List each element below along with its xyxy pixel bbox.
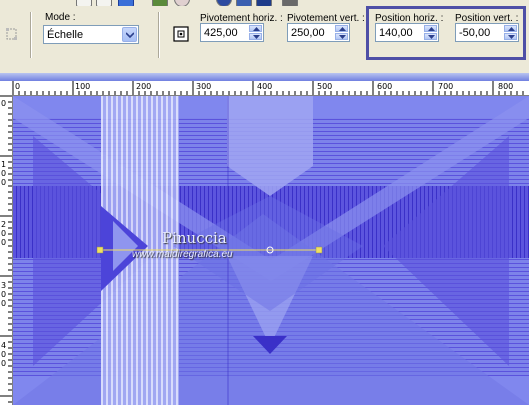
workspace-border <box>0 66 529 81</box>
toolbar-icon[interactable] <box>256 0 272 6</box>
toolbar-icon[interactable] <box>76 0 92 6</box>
ruler-label: 200 <box>136 82 152 91</box>
ruler-label: 500 <box>317 82 333 91</box>
spin-down-icon[interactable] <box>335 33 348 40</box>
ruler-label: 100 <box>75 82 91 91</box>
spin-down-icon[interactable] <box>249 33 262 40</box>
mode-select[interactable]: Échelle <box>43 25 139 44</box>
ruler-label: 2 0 0 <box>1 220 7 247</box>
ruler-label: 700 <box>438 82 454 91</box>
ruler-label: 1 0 0 <box>1 160 7 187</box>
tool-options-bar: Mode : Échelle Pivotement horiz. : 425,0… <box>0 0 529 66</box>
toolbar-icon[interactable] <box>152 0 168 6</box>
ruler-label: 800 <box>498 82 514 91</box>
horizontal-ruler: 0 100 200 300 400 500 600 700 800 <box>0 81 529 96</box>
position-highlight-box <box>366 6 526 60</box>
mode-select-value: Échelle <box>47 29 84 41</box>
image-canvas[interactable]: Pinuccia www.maidiregrafica.eu <box>13 96 529 405</box>
pivot-v-field[interactable]: 250,00 <box>287 23 350 42</box>
ruler-label: 4 0 0 <box>1 341 7 368</box>
ruler-label: 400 <box>257 82 273 91</box>
watermark-title: Pinuccia <box>162 229 227 247</box>
pivot-h-value: 425,00 <box>204 27 238 39</box>
toolbar-icon[interactable] <box>216 0 232 6</box>
deform-tool-icon <box>5 26 19 44</box>
pivot-v-spinner[interactable] <box>335 25 348 40</box>
ruler-label: 600 <box>377 82 393 91</box>
ruler-label: 0 <box>1 99 7 108</box>
pivot-h-field[interactable]: 425,00 <box>200 23 264 42</box>
toolbar-icon[interactable] <box>96 0 112 6</box>
pivot-h-spinner[interactable] <box>249 25 262 40</box>
separator <box>30 12 32 58</box>
watermark-url: www.maidiregrafica.eu <box>132 249 233 260</box>
toolbar-icon-active[interactable] <box>118 0 134 6</box>
toolbar-icon[interactable] <box>282 0 298 6</box>
separator <box>158 12 160 58</box>
toolbar-icon[interactable] <box>174 0 190 6</box>
mode-label: Mode : <box>45 12 76 23</box>
canvas-artwork <box>13 96 529 405</box>
ruler-label: 0 <box>15 82 21 91</box>
pivot-v-value: 250,00 <box>291 27 325 39</box>
spin-up-icon[interactable] <box>335 25 348 32</box>
toolbar-icon[interactable] <box>236 0 252 6</box>
chevron-down-icon[interactable] <box>122 27 137 42</box>
ruler-label: 300 <box>196 82 212 91</box>
pivot-center-icon[interactable] <box>172 25 190 43</box>
vertical-ruler: 0 1 0 0 2 0 0 3 0 0 4 0 0 <box>0 95 13 405</box>
ruler-label: 3 0 0 <box>1 281 7 308</box>
spin-up-icon[interactable] <box>249 25 262 32</box>
